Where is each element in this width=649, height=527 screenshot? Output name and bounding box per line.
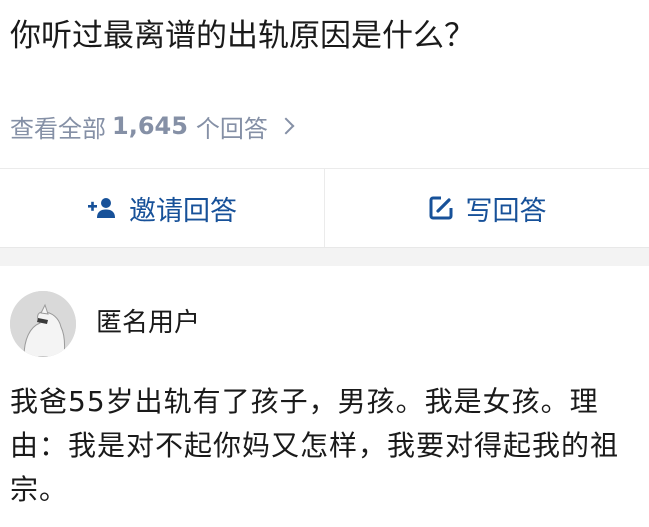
invite-answer-button[interactable]: 邀请回答 bbox=[0, 169, 324, 247]
action-bar: 邀请回答 写回答 bbox=[0, 169, 649, 247]
author-name[interactable]: 匿名用户 bbox=[96, 304, 200, 342]
invite-answer-label: 邀请回答 bbox=[129, 195, 237, 227]
section-separator bbox=[0, 247, 649, 266]
avatar[interactable] bbox=[10, 291, 76, 357]
edit-icon bbox=[428, 195, 454, 221]
chevron-right-icon bbox=[277, 117, 295, 135]
answer-count: 1,645 bbox=[112, 112, 188, 140]
question-title: 你听过最离谱的出轨原因是什么？ bbox=[10, 18, 475, 54]
answer-text: 我爸55岁出轨有了孩子，男孩。我是女孩。理由：我是对不起你妈又怎样，我要对得起我… bbox=[10, 385, 620, 506]
add-user-icon bbox=[87, 196, 117, 220]
view-all-suffix: 个回答 bbox=[195, 114, 268, 143]
write-answer-button[interactable]: 写回答 bbox=[324, 169, 649, 247]
view-all-answers-link[interactable]: 查看全部 1,645 个回答 bbox=[10, 106, 295, 146]
view-all-prefix: 查看全部 bbox=[10, 114, 106, 143]
write-answer-label: 写回答 bbox=[465, 195, 547, 227]
